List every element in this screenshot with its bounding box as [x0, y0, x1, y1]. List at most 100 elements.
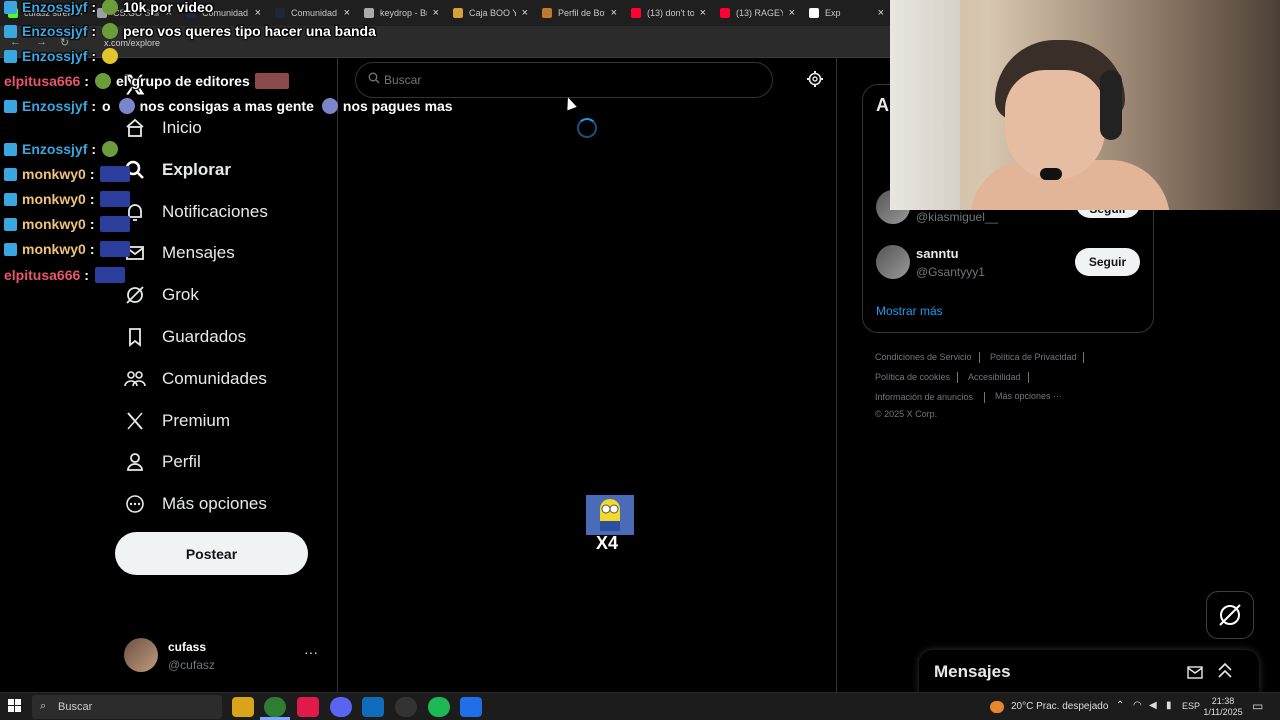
account-more-icon[interactable]: ··· [304, 644, 318, 660]
browser-tab[interactable]: Caja BOO Yo × [445, 0, 534, 26]
chat-emote-icon [100, 216, 131, 232]
tab-title: (13) RAGEYL [736, 8, 783, 18]
nav-item-comunidades[interactable]: Comunidades [124, 359, 267, 399]
spotify-icon[interactable] [428, 697, 450, 717]
show-more-link[interactable]: Mostrar más [876, 304, 943, 318]
footer-link[interactable]: Política de cookies [875, 372, 950, 382]
chevron-up-icon[interactable]: ⌃ [1116, 700, 1124, 711]
nav-item-notificaciones[interactable]: Notificaciones [124, 192, 268, 232]
nav-item-perfil[interactable]: Perfil [124, 442, 201, 482]
search-icon [368, 72, 380, 87]
grok-button[interactable] [1206, 591, 1254, 639]
app-window-icon[interactable] [362, 697, 384, 717]
nav-item-label: Explorar [162, 160, 231, 179]
chat-username: monkwy0 [22, 166, 86, 182]
chat-message: Enzossjyf: pero vos queres tipo hacer una… [4, 22, 376, 40]
weather-icon[interactable] [990, 701, 1004, 713]
chat-emote-icon [102, 48, 119, 64]
messages-drawer-title[interactable]: Mensajes [934, 662, 1011, 682]
browser-tab[interactable]: (13) don't to × [623, 0, 712, 26]
tab-title: Caja BOO Yo [469, 8, 516, 18]
file-explorer-icon[interactable] [232, 697, 254, 717]
tab-favicon-icon [809, 8, 819, 18]
tiktok-icon[interactable] [297, 697, 319, 717]
nav-item-premium[interactable]: Premium [124, 401, 230, 441]
suggestion-handle[interactable]: @Gsantyyy1 [916, 265, 985, 279]
suggestion-name[interactable]: sanntu [916, 246, 959, 261]
column-divider [836, 58, 837, 692]
footer-more-link[interactable]: Más opciones ··· [995, 391, 1062, 401]
app-icon[interactable] [460, 697, 482, 717]
account-switcher[interactable]: cufass @cufasz ··· [124, 638, 324, 674]
chat-message: elpitusa666: [4, 266, 130, 284]
tab-close-icon[interactable]: × [522, 7, 528, 19]
chat-badge-icon [4, 142, 17, 156]
notification-icon[interactable]: ▭ [1252, 699, 1263, 713]
footer-link[interactable]: Condiciones de Servicio [875, 352, 972, 362]
nav-item-mensajes[interactable]: Mensajes [124, 233, 235, 273]
post-button[interactable]: Postear [115, 532, 308, 575]
nav-item-grok[interactable]: Grok [124, 275, 199, 315]
chat-username: elpitusa666 [4, 267, 81, 283]
nav-item-guardados[interactable]: Guardados [124, 317, 246, 357]
browser-tab[interactable]: Perfil de Bot × [534, 0, 623, 26]
chat-emote-icon [254, 73, 289, 89]
nav-item-m-s-opciones[interactable]: Más opciones [124, 484, 267, 524]
chat-message: monkwy0: [4, 165, 135, 183]
nav-item-label: Guardados [162, 327, 247, 346]
tab-title: keydrop - Bu [380, 8, 427, 18]
chat-emote-icon [321, 98, 338, 114]
clock-time: 21:38 [1211, 696, 1235, 706]
suggestion-handle[interactable]: @kiasmiguel__ [916, 210, 998, 224]
home-icon [124, 117, 146, 139]
search-input[interactable]: Buscar [355, 62, 773, 98]
tab-close-icon[interactable]: × [255, 7, 261, 19]
weather-text[interactable]: 20°C Prac. despejado [1011, 701, 1108, 712]
chrome-icon[interactable] [264, 697, 286, 717]
nav-item-label: Mensajes [162, 243, 235, 262]
nav-item-label: Perfil [162, 452, 201, 471]
chat-emote-icon [100, 191, 131, 207]
chat-emote-icon [118, 98, 135, 114]
chat-badge-icon [4, 0, 17, 14]
tab-close-icon[interactable]: × [433, 7, 439, 19]
tab-close-icon[interactable]: × [344, 7, 350, 19]
tab-close-icon[interactable]: × [878, 7, 884, 19]
avatar[interactable] [876, 245, 910, 279]
footer-separator [1028, 372, 1029, 383]
tab-close-icon[interactable]: × [789, 7, 795, 19]
microphone-icon[interactable]: ▮ [1166, 700, 1172, 711]
chat-emote-icon [94, 73, 111, 89]
tab-close-icon[interactable]: × [700, 7, 706, 19]
chevron-up-icon[interactable] [1217, 662, 1233, 680]
new-message-icon[interactable] [1187, 664, 1203, 680]
network-icon[interactable]: ◠ [1133, 700, 1142, 711]
chat-username: elpitusa666 [4, 73, 81, 89]
windows-start-icon[interactable] [8, 699, 22, 713]
chat-text: o [102, 98, 111, 114]
avatar [124, 638, 158, 672]
follow-button[interactable]: Seguir [1075, 248, 1140, 276]
chat-emote-icon [102, 23, 119, 39]
tab-close-icon[interactable]: × [611, 7, 617, 19]
nav-item-explorar[interactable]: Explorar [124, 150, 231, 190]
language-indicator[interactable]: ESP [1182, 701, 1200, 711]
tab-title: (13) don't to [647, 8, 694, 18]
discord-icon[interactable] [330, 697, 352, 717]
tab-title: Exp [825, 8, 841, 18]
browser-tab[interactable]: Exp × [801, 0, 890, 26]
nav-item-label: Premium [162, 411, 231, 430]
footer-link[interactable]: Accesibilidad [968, 372, 1021, 382]
chat-username: monkwy0 [22, 241, 86, 257]
taskbar-search-placeholder: Buscar [58, 701, 93, 713]
footer-link[interactable]: Política de Privacidad [990, 352, 1077, 362]
gear-icon[interactable] [806, 70, 826, 90]
webcam-overlay [890, 0, 1280, 210]
obs-icon[interactable] [395, 697, 417, 717]
browser-tab[interactable]: (13) RAGEYL × [712, 0, 801, 26]
volume-icon[interactable]: ◀ [1149, 700, 1157, 711]
taskbar-search[interactable]: ⌕ Buscar [32, 695, 222, 719]
footer-link[interactable]: Información de anuncios [875, 392, 973, 402]
clock[interactable]: 21:38 1/11/2025 [1200, 696, 1246, 718]
chat-badge-icon [4, 167, 17, 181]
